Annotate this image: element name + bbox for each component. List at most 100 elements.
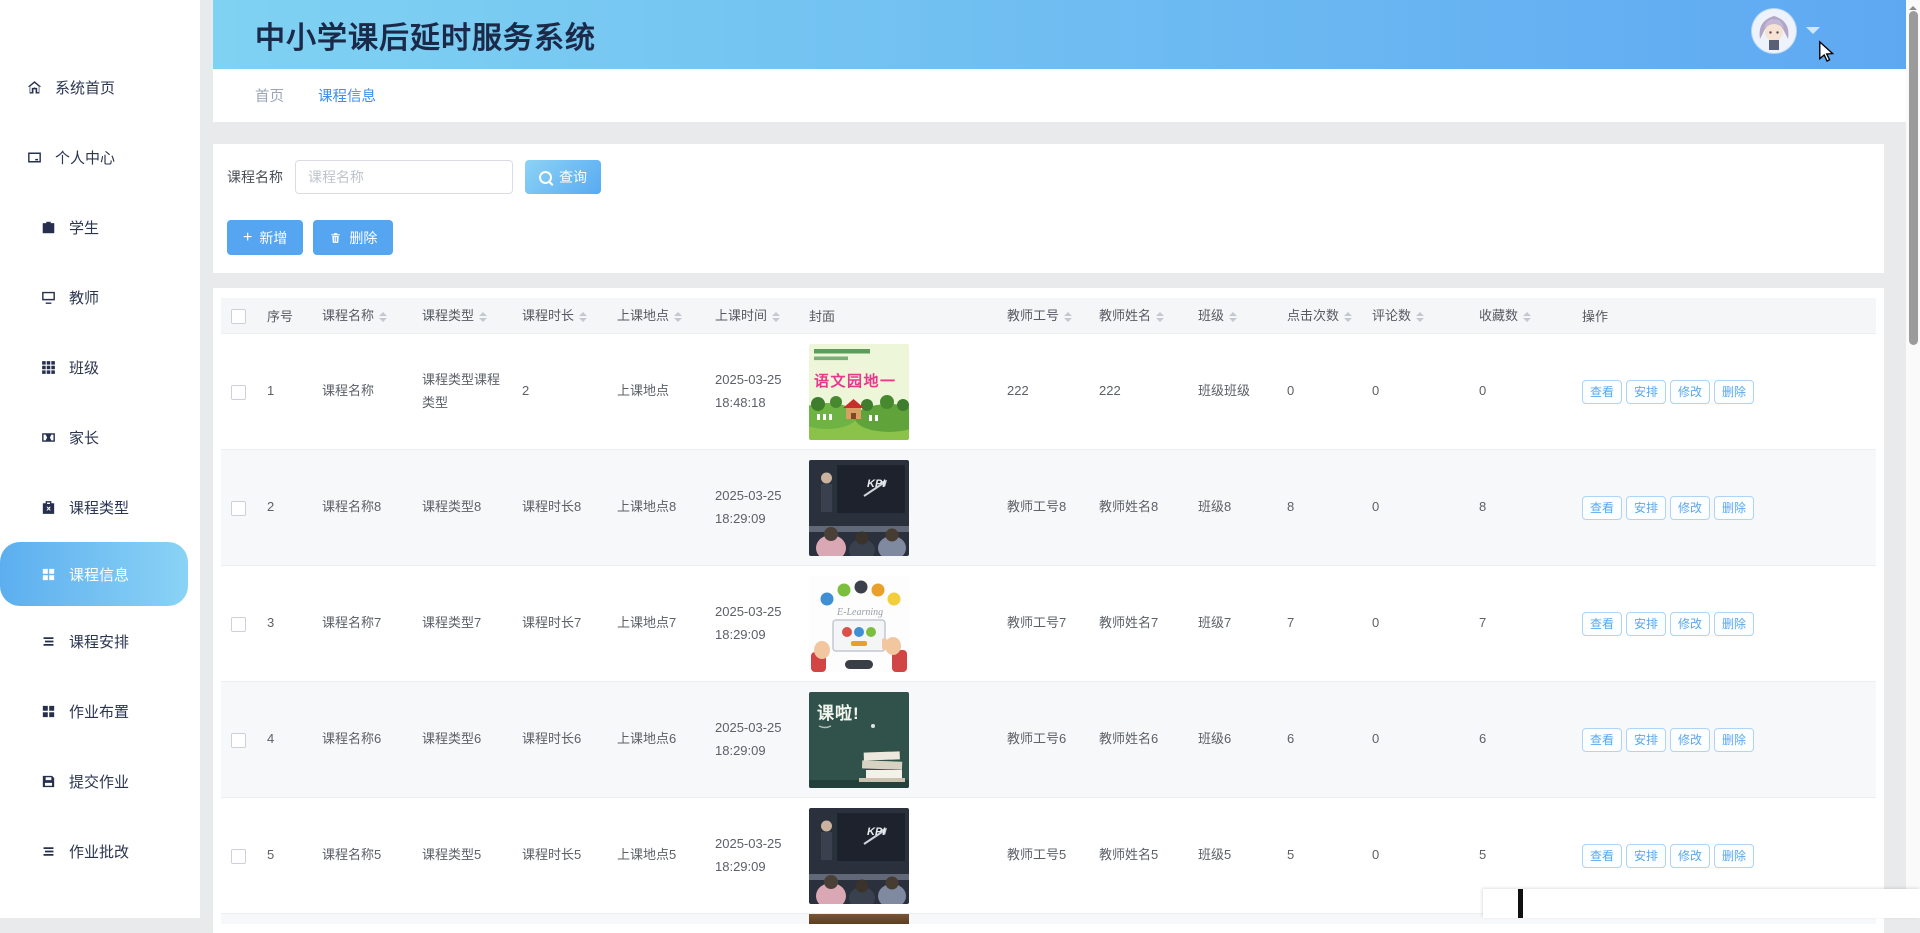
cell-duration: 课程时长5 [512,798,607,914]
scroll-up-arrow-icon[interactable] [1909,2,1917,10]
edit-button[interactable]: 修改 [1670,380,1710,404]
svg-text:E-Learning: E-Learning [836,607,883,618]
cell-name: 课程名称 [312,334,412,450]
column-label: 课程时长 [522,308,574,323]
sidebar-item-personal-center[interactable]: 个人中心 [0,122,200,192]
column-label: 上课时间 [715,308,767,323]
edit-button[interactable]: 修改 [1670,844,1710,868]
delete-row-button[interactable]: 删除 [1714,728,1754,752]
arrange-button[interactable]: 安排 [1626,496,1666,520]
cell-favorites: 6 [1469,682,1572,798]
scrollbar-thumb[interactable] [1909,11,1918,345]
cell-type: 课程类型6 [412,682,512,798]
sort-caret-icon[interactable] [1064,308,1072,326]
delete-button[interactable]: 删除 [313,220,393,255]
select-all-checkbox[interactable] [231,309,246,324]
sort-caret-icon[interactable] [1523,308,1531,326]
row-checkbox[interactable] [231,849,246,864]
sort-caret-icon[interactable] [1416,308,1424,326]
course-cover-image-yuwen: 语文园地一 [809,344,909,440]
sort-caret-icon[interactable] [1229,308,1237,326]
breadcrumb-home[interactable]: 首页 [255,85,284,106]
column-label: 封面 [809,309,835,324]
delete-row-button[interactable]: 删除 [1714,380,1754,404]
svg-text:KPI: KPI [867,826,886,838]
column-label: 教师姓名 [1099,308,1151,323]
column-header-type[interactable]: 课程类型 [412,298,512,334]
sidebar-item-homework-assign[interactable]: 作业布置 [0,676,200,746]
sidebar-item-parents[interactable]: 家长 [0,402,200,472]
sort-caret-icon[interactable] [479,308,487,326]
cell-favorites: 8 [1469,450,1572,566]
sidebar-item-students[interactable]: 学生 [0,192,200,262]
add-button[interactable]: + 新增 [227,220,303,255]
column-label: 班级 [1198,308,1224,323]
bag-icon [40,219,57,236]
avatar[interactable] [1752,9,1796,53]
table-row: 1课程名称课程类型课程类型2上课地点2025-03-25 18:48:18 语文… [221,334,1876,450]
arrange-button[interactable]: 安排 [1626,844,1666,868]
delete-row-button[interactable]: 删除 [1714,612,1754,636]
view-button[interactable]: 查看 [1582,728,1622,752]
mouse-cursor [1815,40,1838,63]
column-header-comments[interactable]: 评论数 [1362,298,1469,334]
column-header-duration[interactable]: 课程时长 [512,298,607,334]
view-button[interactable]: 查看 [1582,844,1622,868]
column-label: 课程类型 [422,308,474,323]
sidebar-item-teachers[interactable]: 教师 [0,262,200,332]
delete-row-button[interactable]: 删除 [1714,844,1754,868]
sort-caret-icon[interactable] [674,308,682,326]
arrange-button[interactable]: 安排 [1626,612,1666,636]
query-button[interactable]: 查询 [525,160,601,194]
sidebar-item-classes[interactable]: 班级 [0,332,200,402]
column-header-location[interactable]: 上课地点 [607,298,705,334]
sidebar-item-course-schedule[interactable]: 课程安排 [0,606,200,676]
search-field-label: 课程名称 [227,167,283,187]
column-header-teacher_id[interactable]: 教师工号 [997,298,1089,334]
cell-clicks: 5 [1277,798,1362,914]
course-cover-image-kpi: KPI [809,460,909,556]
course-name-input[interactable] [295,160,513,194]
sort-caret-icon[interactable] [1344,308,1352,326]
edit-button[interactable]: 修改 [1670,496,1710,520]
arrange-button[interactable]: 安排 [1626,728,1666,752]
row-checkbox[interactable] [231,385,246,400]
breadcrumb-current[interactable]: 课程信息 [318,85,376,106]
sidebar-item-label: 课程类型 [69,497,129,518]
sort-caret-icon[interactable] [379,308,387,326]
sidebar-item-label: 作业批改 [69,841,129,862]
sort-caret-icon[interactable] [1156,308,1164,326]
edit-button[interactable]: 修改 [1670,612,1710,636]
arrange-button[interactable]: 安排 [1626,380,1666,404]
chevron-down-icon[interactable] [1806,27,1820,41]
sidebar-item-homework-review[interactable]: 作业批改 [0,816,200,886]
edit-button[interactable]: 修改 [1670,728,1710,752]
sidebar-item-course-types[interactable]: 课程类型 [0,472,200,542]
floating-overlay [1483,889,1920,918]
sort-caret-icon[interactable] [772,308,780,326]
user-menu[interactable] [1752,9,1820,53]
column-header-teacher_name[interactable]: 教师姓名 [1089,298,1188,334]
view-button[interactable]: 查看 [1582,380,1622,404]
column-header-favorites[interactable]: 收藏数 [1469,298,1572,334]
sidebar-item-system-home[interactable]: 系统首页 [0,52,200,122]
column-header-class_name[interactable]: 班级 [1188,298,1277,334]
row-checkbox[interactable] [231,501,246,516]
column-label: 收藏数 [1479,308,1518,323]
column-header-datetime[interactable]: 上课时间 [705,298,799,334]
table-row: 3课程名称7课程类型7课程时长7上课地点72025-03-25 18:29:09… [221,566,1876,682]
row-checkbox[interactable] [231,617,246,632]
view-button[interactable]: 查看 [1582,612,1622,636]
column-header-cover: 封面 [799,298,997,334]
cell-comments: 0 [1362,566,1469,682]
vertical-scrollbar[interactable] [1906,0,1920,918]
sidebar-item-course-info[interactable]: 课程信息 [0,542,188,606]
clipboard-icon [40,499,57,516]
view-button[interactable]: 查看 [1582,496,1622,520]
column-header-name[interactable]: 课程名称 [312,298,412,334]
delete-row-button[interactable]: 删除 [1714,496,1754,520]
sort-caret-icon[interactable] [579,308,587,326]
sidebar-item-homework-submit[interactable]: 提交作业 [0,746,200,816]
column-header-clicks[interactable]: 点击次数 [1277,298,1362,334]
row-checkbox[interactable] [231,733,246,748]
